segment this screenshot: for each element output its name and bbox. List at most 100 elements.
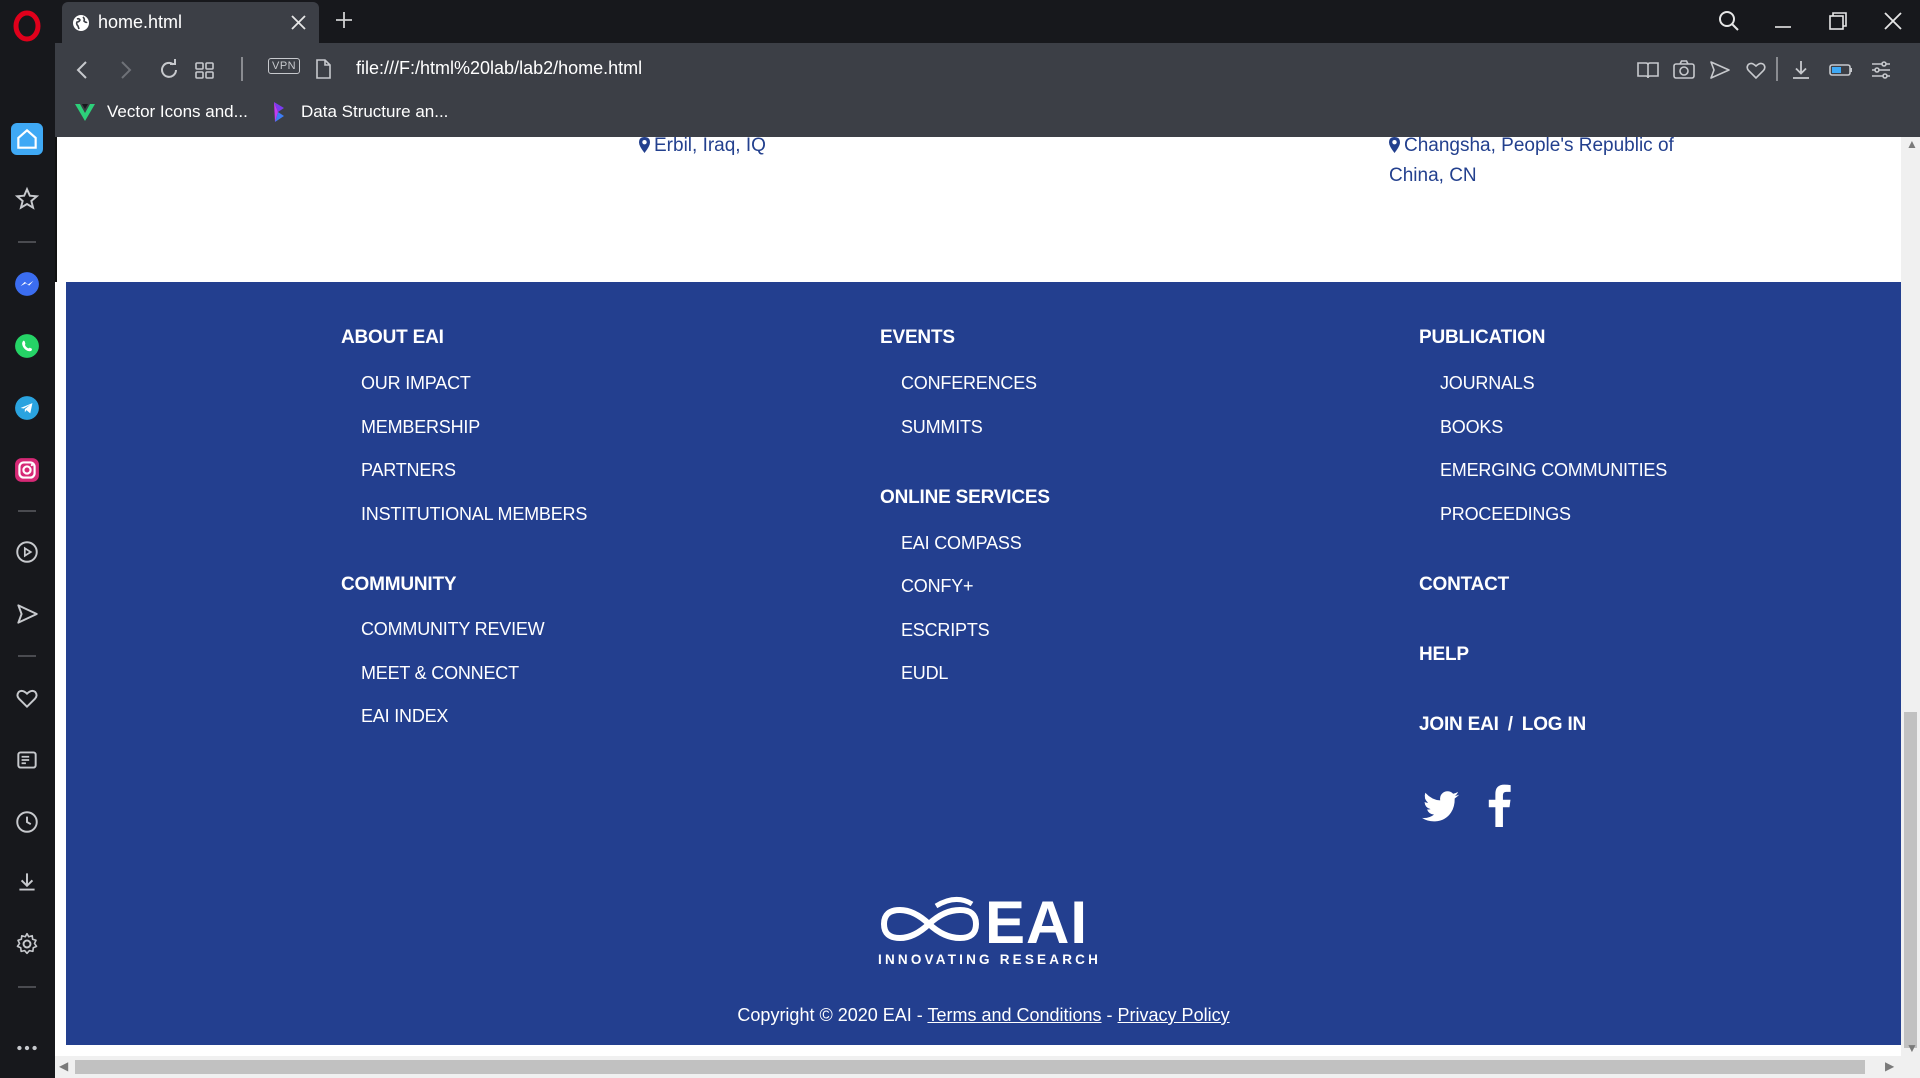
send-icon[interactable] [13, 600, 41, 628]
footer-link-institutional-members[interactable]: INSTITUTIONAL MEMBERS [361, 504, 587, 525]
forward-icon[interactable] [112, 57, 138, 83]
bookmark-label: Data Structure an... [301, 102, 449, 121]
location-label: Changsha, People's Republic of [1404, 137, 1674, 156]
footer-heading-publication[interactable]: PUBLICATION [1419, 327, 1545, 349]
vector-logo-icon [75, 104, 95, 121]
footer-link-emerging-communities[interactable]: EMERGING COMMUNITIES [1440, 460, 1667, 481]
close-tab-icon[interactable] [290, 14, 307, 31]
privacy-link[interactable]: Privacy Policy [1118, 1005, 1230, 1025]
copyright-line: Copyright © 2020 EAI - Terms and Conditi… [66, 1005, 1901, 1026]
scroll-right-arrow-icon[interactable]: ▶ [1885, 1059, 1894, 1073]
scroll-left-arrow-icon[interactable]: ◀ [59, 1059, 68, 1073]
browser-window: home.html VPN file:///F:/html%20lab/lab2… [0, 0, 1920, 1078]
tab-title: home.html [98, 12, 183, 32]
bookmark-data-structure[interactable]: Data Structure an... [267, 100, 448, 124]
page-viewport: Erbil, Iraq, IQ Changsha, People's Repub… [55, 137, 1920, 1078]
instagram-icon[interactable] [13, 456, 41, 484]
whatsapp-icon[interactable] [13, 332, 41, 360]
new-tab-plus-icon[interactable] [333, 9, 355, 31]
bookmark-heart-icon[interactable] [1743, 57, 1769, 83]
battery-saver-icon[interactable] [1828, 57, 1854, 83]
news-icon[interactable] [13, 746, 41, 774]
opera-logo[interactable] [12, 10, 42, 42]
footer-link-eai-compass[interactable]: EAI COMPASS [901, 533, 1022, 554]
footer-link-community-review[interactable]: COMMUNITY REVIEW [361, 619, 545, 640]
sidebar-separator [18, 510, 36, 512]
footer-link-eudl[interactable]: EUDL [901, 663, 948, 684]
restore-icon[interactable] [1825, 8, 1851, 34]
facebook-icon[interactable] [1481, 781, 1515, 827]
downloads-icon[interactable] [1788, 57, 1814, 83]
footer-slash: / [1507, 714, 1513, 735]
easy-setup-icon[interactable] [1868, 57, 1894, 83]
scroll-down-arrow-icon[interactable]: ▼ [1906, 1041, 1918, 1055]
footer-link-confy[interactable]: CONFY+ [901, 576, 974, 597]
footer-link-conferences[interactable]: CONFERENCES [901, 373, 1037, 394]
settings-icon[interactable] [13, 930, 41, 958]
footer-link-proceedings[interactable]: PROCEEDINGS [1440, 504, 1571, 525]
toolbar-separator [241, 57, 243, 81]
footer-heading-events[interactable]: EVENTS [880, 327, 955, 349]
more-icon[interactable] [13, 1034, 41, 1062]
star-icon[interactable] [13, 185, 41, 213]
footer-heading-community[interactable]: COMMUNITY [341, 574, 457, 596]
download-icon[interactable] [13, 868, 41, 896]
telegram-icon[interactable] [13, 394, 41, 422]
scroll-up-arrow-icon[interactable]: ▲ [1906, 137, 1918, 151]
location-label: Erbil, Iraq, IQ [654, 137, 766, 156]
bookmark-vector-icons[interactable]: Vector Icons and... [73, 100, 248, 124]
footer-account-links: JOIN EAI / LOG IN [1419, 714, 1586, 736]
bookmark-label: Vector Icons and... [107, 102, 248, 121]
send-to-icon[interactable] [1707, 57, 1733, 83]
footer-link-meet-connect[interactable]: MEET & CONNECT [361, 663, 519, 684]
player-icon[interactable] [13, 538, 41, 566]
copyright-text: Copyright © 2020 EAI - [737, 1005, 928, 1025]
locations-section: Erbil, Iraq, IQ Changsha, People's Repub… [55, 137, 1901, 282]
close-window-icon[interactable] [1880, 8, 1906, 34]
heart-icon[interactable] [13, 684, 41, 712]
messenger-icon[interactable] [13, 270, 41, 298]
footer-link-log-in[interactable]: LOG IN [1522, 714, 1586, 736]
logo-text: EAI [985, 889, 1089, 956]
footer-link-our-impact[interactable]: OUR IMPACT [361, 373, 471, 394]
search-tabs-icon[interactable] [1716, 8, 1742, 34]
terms-link[interactable]: Terms and Conditions [927, 1005, 1101, 1025]
footer-link-books[interactable]: BOOKS [1440, 417, 1503, 438]
location-erbil[interactable]: Erbil, Iraq, IQ [639, 137, 766, 161]
address-bar[interactable]: file:///F:/html%20lab/lab2/home.html [356, 58, 642, 79]
toolbar-separator [1776, 57, 1778, 81]
footer-link-help[interactable]: HELP [1419, 644, 1469, 666]
footer-link-partners[interactable]: PARTNERS [361, 460, 456, 481]
tab-home-html[interactable]: home.html [62, 2, 319, 43]
back-icon[interactable] [70, 57, 96, 83]
footer-link-summits[interactable]: SUMMITS [901, 417, 983, 438]
logo-tagline: INNOVATING RESEARCH [878, 952, 1102, 967]
footer-link-escripts[interactable]: ESCRIPTS [901, 620, 990, 641]
footer-link-eai-index[interactable]: EAI INDEX [361, 706, 448, 727]
home-icon[interactable] [11, 123, 43, 155]
horizontal-scrollbar[interactable]: ◀ ▶ [55, 1056, 1901, 1078]
history-icon[interactable] [13, 808, 41, 836]
twitter-icon[interactable] [1419, 785, 1461, 827]
location-label-line2: China, CN [1389, 165, 1477, 186]
reload-icon[interactable] [156, 57, 182, 83]
footer-link-membership[interactable]: MEMBERSHIP [361, 417, 480, 438]
tab-bar: home.html [55, 0, 1920, 43]
vertical-scrollbar[interactable]: ▲ ▼ [1901, 137, 1920, 1078]
speed-dial-icon[interactable] [192, 57, 218, 83]
snapshot-icon[interactable] [1671, 57, 1697, 83]
data-structure-logo-icon [274, 102, 284, 122]
horizontal-scroll-thumb[interactable] [75, 1060, 1865, 1074]
footer-link-journals[interactable]: JOURNALS [1440, 373, 1535, 394]
footer-heading-online-services[interactable]: ONLINE SERVICES [880, 487, 1050, 509]
eai-logo[interactable]: EAI INNOVATING RESEARCH [876, 889, 1102, 976]
vpn-badge[interactable]: VPN [268, 58, 301, 74]
vertical-scroll-thumb[interactable] [1904, 712, 1917, 1048]
minimize-icon[interactable] [1770, 8, 1796, 34]
footer-heading-about[interactable]: ABOUT EAI [341, 327, 444, 349]
location-changsha[interactable]: Changsha, People's Republic of China, CN [1389, 137, 1674, 191]
footer-link-contact[interactable]: CONTACT [1419, 574, 1509, 596]
reader-mode-icon[interactable] [1635, 57, 1661, 83]
footer-link-join-eai[interactable]: JOIN EAI [1419, 714, 1499, 736]
site-footer: ABOUT EAI OUR IMPACT MEMBERSHIP PARTNERS… [66, 282, 1901, 1045]
